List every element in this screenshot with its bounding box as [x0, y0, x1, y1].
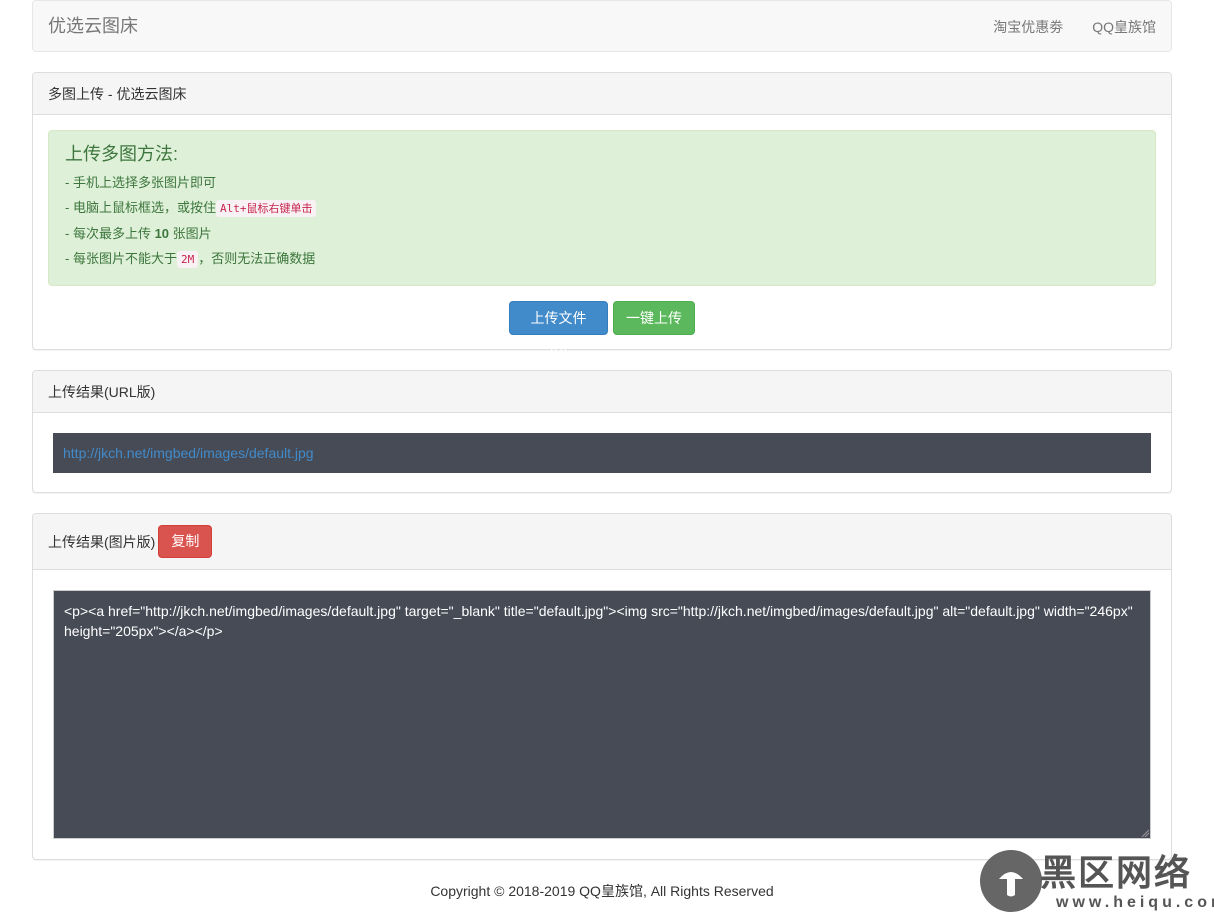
url-result-heading: 上传结果(URL版) — [33, 371, 1171, 413]
watermark-url: www.heiqu.com — [1056, 894, 1214, 911]
upload-buttons: 上传文件(0) 一键上传 — [33, 301, 1171, 358]
nav-links: 淘宝优惠劵 QQ皇族馆 — [993, 18, 1156, 36]
image-result-heading: 上传结果(图片版) 复制 — [33, 514, 1171, 570]
image-result-title: 上传结果(图片版) — [48, 533, 156, 550]
tip-mobile: - 手机上选择多张图片即可 — [65, 175, 216, 190]
tips-list: - 手机上选择多张图片即可 - 电脑上鼠标框选，或按住 Alt+鼠标右键单击 - … — [65, 170, 1139, 272]
tip-max-size: - 每张图片不能大于 2M ，否则无法正确数据 — [65, 251, 316, 268]
max-size-code: 2M — [176, 251, 199, 268]
image-result-panel: 上传结果(图片版) 复制 <p><a href="http://jkch.net… — [32, 513, 1172, 860]
upload-panel-heading: 多图上传 - 优选云图床 — [33, 73, 1171, 115]
one-click-upload-button[interactable]: 一键上传 — [613, 301, 695, 335]
tip-desktop: - 电脑上鼠标框选，或按住 Alt+鼠标右键单击 — [65, 195, 1139, 221]
shortcut-code: Alt+鼠标右键单击 — [215, 200, 317, 217]
url-result-box: http://jkch.net/imgbed/images/default.jp… — [53, 433, 1151, 473]
url-result-panel: 上传结果(URL版) http://jkch.net/imgbed/images… — [32, 370, 1172, 493]
result-url-link[interactable]: http://jkch.net/imgbed/images/default.jp… — [63, 445, 314, 461]
tip-max-count: - 每次最多上传 10 张图片 — [65, 226, 212, 241]
brand-link[interactable]: 优选云图床 — [48, 15, 138, 37]
copy-button[interactable]: 复制 — [158, 525, 213, 558]
watermark-title: 黑区网络 — [1040, 853, 1193, 894]
nav-link-qq-royal[interactable]: QQ皇族馆 — [1092, 18, 1156, 36]
upload-instructions-alert: 上传多图方法: - 手机上选择多张图片即可 - 电脑上鼠标框选，或按住 Alt+鼠… — [48, 130, 1156, 286]
html-code-textarea[interactable]: <p><a href="http://jkch.net/imgbed/image… — [53, 590, 1151, 839]
copyright-text: Copyright © 2018-2019 QQ皇族馆, All Rights … — [430, 883, 774, 899]
resize-handle-icon[interactable] — [1141, 829, 1149, 837]
nav-link-taobao-coupons[interactable]: 淘宝优惠劵 — [993, 18, 1063, 36]
watermark: 黑区网络 www.heiqu.com — [980, 850, 1214, 912]
url-result-title: 上传结果(URL版) — [48, 383, 156, 400]
watermark-logo-icon — [980, 850, 1042, 912]
upload-panel: 多图上传 - 优选云图床 上传多图方法: - 手机上选择多张图片即可 - 电脑上… — [32, 72, 1172, 358]
method-title: 上传多图方法: — [65, 144, 179, 164]
navbar: 优选云图床 淘宝优惠劵 QQ皇族馆 — [32, 0, 1172, 52]
max-count-value: 10 — [154, 226, 170, 241]
upload-panel-title: 多图上传 - 优选云图床 — [48, 85, 187, 102]
upload-file-button[interactable]: 上传文件(0) — [509, 301, 608, 358]
